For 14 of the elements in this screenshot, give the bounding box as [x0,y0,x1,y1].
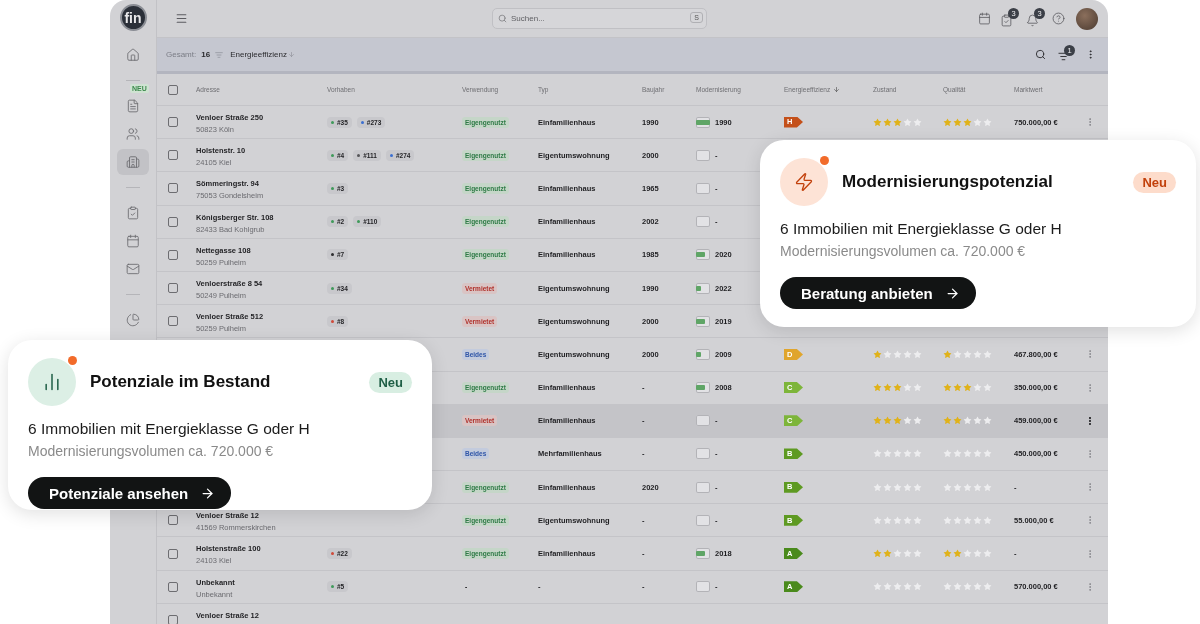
sort-button[interactable]: Energieeffizienz [228,50,295,59]
new-badge: Neu [1133,171,1176,193]
total-count: 16 [201,50,211,59]
logo: fin [119,4,147,31]
card-text: 6 Immobilien mit Energieklasse G oder H [780,220,1063,238]
card-title: Modernisierungspotenzial [842,172,1053,192]
card-text: 6 Immobilien mit Energieklasse G oder H [28,420,311,438]
card-subtext: Modernisierungsvolumen ca. 720.000 € [28,443,275,459]
card-subtext: Modernisierungsvolumen ca. 720.000 € [780,243,1027,259]
card-action-button[interactable]: Beratung anbieten [780,277,976,309]
new-badge: Neu [369,371,412,393]
total-label: Gesamt: [166,50,197,59]
card-action-button[interactable]: Potenziale ansehen [28,477,232,509]
card-title: Potenziale im Bestand [90,372,271,392]
